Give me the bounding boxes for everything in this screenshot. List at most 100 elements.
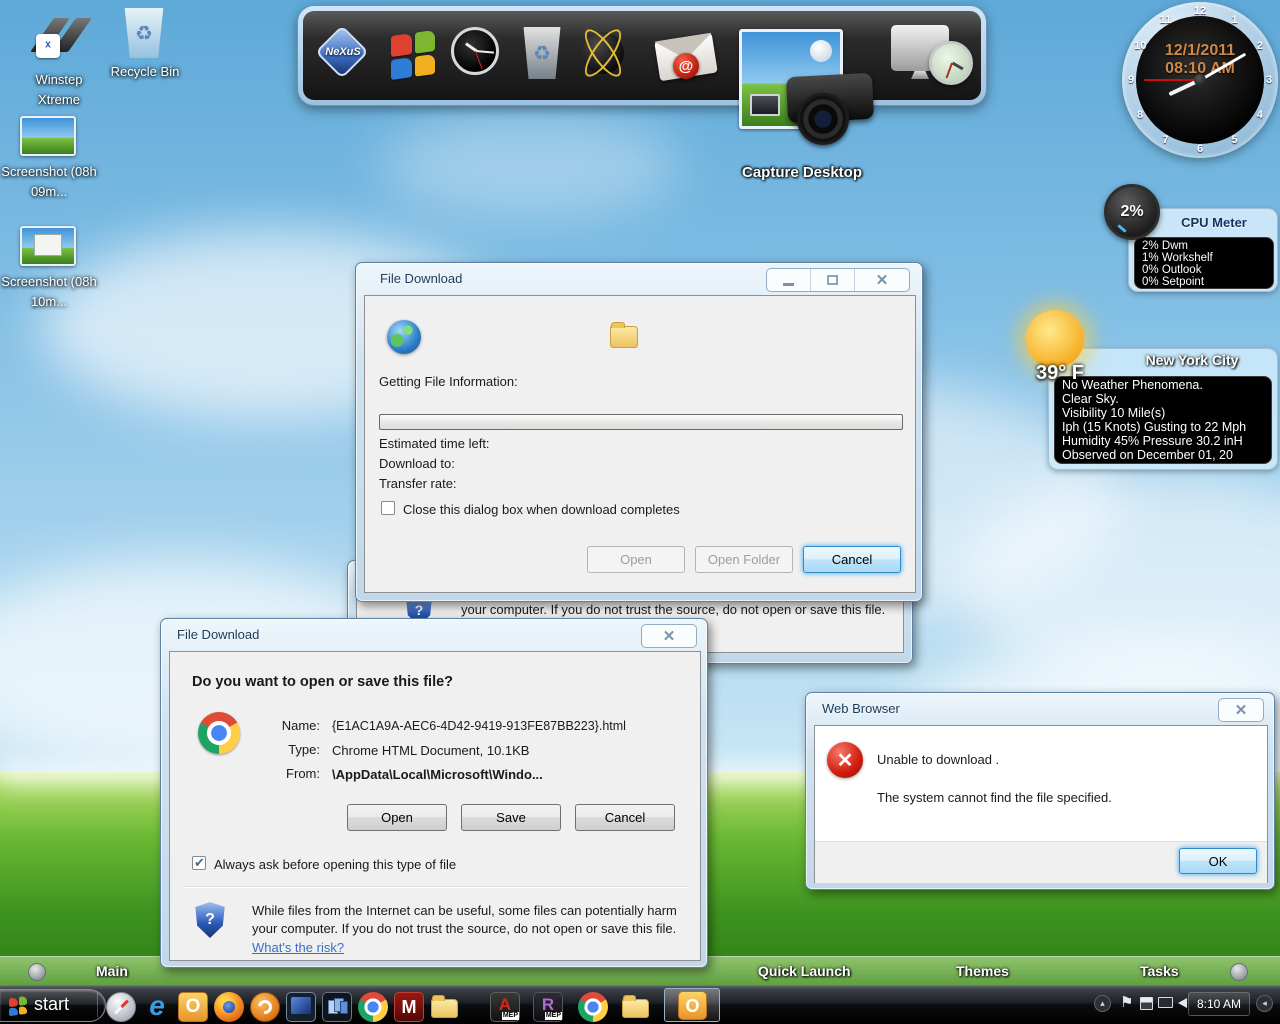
taskbar-icon-autodesk[interactable]	[250, 992, 280, 1022]
clock-center-cap	[1194, 74, 1206, 86]
folder-icon	[610, 326, 638, 348]
dock-item-email[interactable]: @	[653, 31, 723, 91]
globe-icon	[387, 320, 421, 354]
shelf-tab-quick-launch[interactable]: Quick Launch	[758, 963, 851, 979]
network-icon[interactable]	[1158, 997, 1173, 1008]
close-button[interactable]: ✕	[855, 269, 909, 291]
atom-globe-icon	[582, 32, 624, 74]
screenshot-thumbnail-icon	[20, 116, 76, 156]
taskbar-icon-revit-mep[interactable]: R MEP	[533, 992, 563, 1022]
nexus-icon-label: NeXuS	[317, 46, 369, 58]
outlook-icon: O	[678, 991, 707, 1020]
dock-item-clock[interactable]	[451, 27, 505, 81]
cancel-button[interactable]: Cancel	[575, 804, 675, 831]
always-ask-checkbox[interactable]	[192, 856, 206, 870]
cpu-process-row: 0% Outlook	[1142, 264, 1266, 276]
shelf-tab-tasks[interactable]: Tasks	[1140, 963, 1179, 979]
minimize-button[interactable]	[767, 269, 811, 291]
open-button[interactable]: Open	[347, 804, 447, 831]
taskbar-icon-safari[interactable]	[106, 992, 136, 1022]
dialog-title[interactable]: Web Browser	[822, 701, 900, 716]
dock-item-windows[interactable]	[387, 29, 439, 81]
action-center-flag-icon[interactable]: ⚑	[1120, 993, 1133, 1011]
weather-temperature: 39° F	[1036, 362, 1084, 385]
cpu-process-row: 1% Workshelf	[1142, 252, 1266, 264]
cancel-button[interactable]: Cancel	[803, 546, 901, 573]
taskbar-icon-autocad-mep[interactable]: A MEP	[490, 992, 520, 1022]
desktop-icon-label: Screenshot (08h 09m...	[0, 162, 98, 202]
save-button[interactable]: Save	[461, 804, 561, 831]
safari-compass-needle-icon	[114, 1000, 129, 1015]
recycle-bin-icon: ♻	[521, 27, 563, 79]
clock-numeral: 4	[1257, 109, 1263, 121]
close-button[interactable]: ✕	[642, 625, 696, 647]
name-label: Name:	[280, 718, 320, 733]
ok-button[interactable]: OK	[1179, 848, 1257, 874]
show-hidden-icons-button[interactable]: ▴	[1094, 995, 1111, 1012]
weather-line: Humidity 45% Pressure 30.2 inH	[1062, 434, 1264, 448]
taskbar-icon-chrome[interactable]	[358, 992, 388, 1022]
ie-e-icon: e	[149, 990, 165, 1021]
dock-item-computer-clock[interactable]	[891, 25, 975, 91]
download-progress-bar	[379, 414, 903, 430]
desktop-icon-screenshot-1[interactable]: Screenshot (08h 09m...	[4, 114, 94, 224]
taskbar-icon-mcafee[interactable]: M	[394, 992, 424, 1022]
nexus-dock: NeXuS ♻ @	[298, 6, 986, 105]
maximize-button[interactable]	[811, 269, 855, 291]
dock-item-capture-desktop[interactable]	[739, 27, 879, 167]
desktop-icon-screenshot-2[interactable]: Screenshot (08h 10m...	[4, 224, 94, 334]
taskbar-icon-app-windows[interactable]	[322, 992, 352, 1022]
clock-second-hand	[1144, 79, 1200, 81]
desktop-icon-label: Screenshot (08h 10m...	[0, 272, 98, 312]
shelf-tab-themes[interactable]: Themes	[956, 963, 1009, 979]
window-stack-icon	[340, 1001, 348, 1014]
whats-the-risk-link[interactable]: What's the risk?	[252, 940, 344, 955]
desktop-icon-recycle-bin[interactable]: ♻ Recycle Bin	[100, 4, 190, 104]
monitor-stand	[911, 71, 929, 79]
taskbar-icon-explorer-folder[interactable]	[430, 992, 460, 1022]
error-icon: ✕	[827, 742, 863, 778]
close-icon: ✕	[876, 273, 889, 288]
shelf-tab-main[interactable]: Main	[96, 963, 128, 979]
shield-question-icon: ?	[194, 902, 226, 938]
start-button[interactable]: start	[0, 989, 106, 1022]
tray-overflow-button[interactable]: ◂	[1256, 995, 1273, 1012]
taskbar-icon-chrome-2[interactable]	[578, 992, 608, 1022]
clock-numeral: 6	[1197, 143, 1203, 155]
clock-icon	[451, 27, 499, 75]
volume-icon[interactable]	[1178, 998, 1187, 1008]
open-folder-button[interactable]: Open Folder	[695, 546, 793, 573]
close-icon: ✕	[663, 629, 676, 644]
separator	[184, 886, 688, 888]
clock-date: 12/1/2011	[1122, 42, 1278, 60]
clock-numeral: 7	[1162, 134, 1168, 146]
open-button[interactable]: Open	[587, 546, 685, 573]
close-button[interactable]: ✕	[1219, 699, 1263, 721]
screenshot-thumbnail-icon	[20, 226, 76, 266]
weather-line: Visibility 10 Mile(s)	[1062, 406, 1264, 420]
close-when-complete-checkbox[interactable]	[381, 501, 395, 515]
dialog-title[interactable]: File Download	[380, 271, 462, 286]
dialog-title[interactable]: File Download	[177, 627, 259, 642]
taskbar-active-outlook-button[interactable]: O	[664, 988, 720, 1022]
dock-item-network-globe[interactable]	[577, 27, 629, 79]
taskbar-icon-firefox[interactable]	[214, 992, 244, 1022]
clock-widget: 121234567891011 12/1/2011 08:10 AM	[1122, 2, 1278, 158]
taskbar-icon-internet-explorer[interactable]: e	[142, 992, 172, 1022]
desktop-icon-winstep-xtreme[interactable]: ˣ Winstep Xtreme	[14, 12, 104, 112]
clock-numeral: 12	[1194, 5, 1206, 17]
taskbar-icon-outlook[interactable]: O	[178, 992, 208, 1022]
dock-item-recycle-bin[interactable]: ♻	[515, 25, 567, 81]
cpu-process-list: 2% Dwm 1% Workshelf 0% Outlook 0% Setpoi…	[1134, 237, 1274, 289]
dock-item-nexus[interactable]: NeXuS	[317, 29, 369, 81]
cpu-process-row: 0% Setpoint	[1142, 276, 1266, 288]
folder-icon	[431, 999, 458, 1018]
taskbar-icon-folder-2[interactable]	[621, 992, 651, 1022]
outlook-o-icon: O	[186, 996, 201, 1017]
start-button-label: start	[34, 994, 69, 1015]
battery-icon[interactable]	[1140, 997, 1153, 1010]
tray-clock[interactable]: 8:10 AM	[1188, 992, 1250, 1016]
taskbar-icon-remote-desktop[interactable]	[286, 992, 316, 1022]
error-line-2: The system cannot find the file specifie…	[877, 790, 1112, 805]
windows-logo-icon	[391, 30, 435, 80]
